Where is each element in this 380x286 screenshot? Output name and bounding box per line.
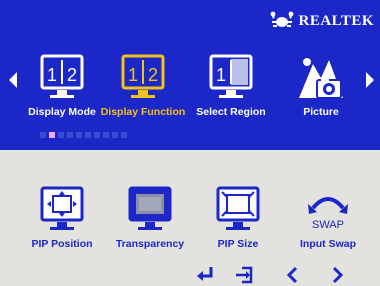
page-dot [103,132,109,138]
menu-item-display-function[interactable]: 1 2 Display Function [98,54,188,124]
enter-icon[interactable] [196,266,214,282]
realtek-logo: REALTEK [269,10,374,32]
display-mode-icon: 1 2 [40,54,84,98]
transparency-icon [128,186,172,230]
pip-position-label: PIP Position [31,238,93,250]
select-region-digit: 1 [216,65,226,85]
page-dot [112,132,118,138]
picture-icon [299,58,343,99]
display-function-digit-2: 2 [148,65,158,85]
menu-item-picture[interactable]: Picture [276,54,366,124]
submenu-item-input-swap[interactable]: SWAP Input Swap [283,186,373,256]
page-dot [49,132,55,138]
display-mode-digit-1: 1 [47,65,57,85]
display-mode-digit-2: 2 [67,65,77,85]
page-dot [58,132,64,138]
scroll-right-arrow-icon[interactable] [366,72,374,88]
menu-item-display-mode[interactable]: 1 2 Display Mode [17,54,107,124]
submenu-item-transparency[interactable]: Transparency [105,186,195,256]
brand-name: REALTEK [298,12,374,29]
pip-size-label: PIP Size [217,238,259,250]
select-region-label: Select Region [196,106,266,118]
page-indicator [40,132,127,138]
exit-icon[interactable] [234,266,254,284]
realtek-crab-icon [270,11,293,27]
submenu-item-pip-size[interactable]: PIP Size [193,186,283,256]
page-dot [67,132,73,138]
display-function-digit-1: 1 [128,65,138,85]
input-swap-label: Input Swap [300,238,356,250]
page-dot [76,132,82,138]
input-swap-icon: SWAP [308,197,348,231]
select-region-icon: 1 [209,54,253,98]
transparency-label: Transparency [115,238,185,250]
page-dot [40,132,46,138]
page-dot [94,132,100,138]
submenu-item-pip-position[interactable]: PIP Position [17,186,107,256]
menu-item-select-region[interactable]: 1 Select Region [186,54,276,124]
scroll-left-arrow-icon[interactable] [9,72,17,88]
display-mode-label: Display Mode [28,106,96,118]
right-icon[interactable] [332,266,344,284]
page-dot [121,132,127,138]
pip-size-icon [216,186,260,230]
picture-label: Picture [303,106,339,118]
left-icon[interactable] [286,266,298,284]
page-dot [85,132,91,138]
display-function-icon: 1 2 [121,54,165,98]
swap-icon-text: SWAP [312,219,344,231]
display-function-label: Display Function [100,106,186,118]
pip-position-icon [40,186,84,230]
